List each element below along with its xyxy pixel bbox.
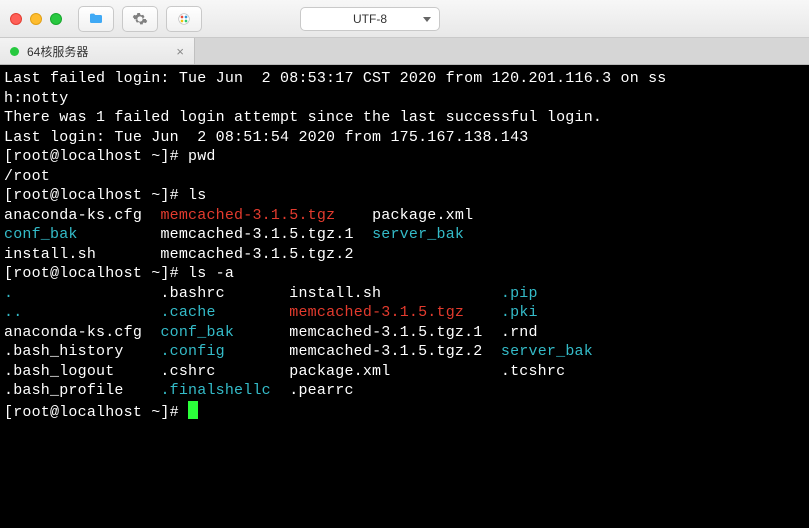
terminal-text: .bashrc install.sh	[13, 285, 501, 302]
terminal-line: conf_bak memcached-3.1.5.tgz.1 server_ba…	[4, 225, 805, 245]
terminal-text	[464, 304, 501, 321]
terminal-line: .bash_profile .finalshellc .pearrc	[4, 381, 805, 401]
terminal-text: memcached-3.1.5.tgz	[289, 304, 464, 321]
terminal-line: anaconda-ks.cfg memcached-3.1.5.tgz pack…	[4, 206, 805, 226]
terminal-text: anaconda-ks.cfg	[4, 324, 160, 341]
terminal-text: memcached-3.1.5.tgz.1	[78, 226, 372, 243]
terminal-text: ..	[4, 304, 22, 321]
terminal-text: [root@localhost ~]# pwd	[4, 148, 216, 165]
terminal-line: h:notty	[4, 89, 805, 109]
terminal-text: [root@localhost ~]# ls	[4, 187, 206, 204]
terminal-tab[interactable]: 64核服务器 ×	[0, 38, 195, 64]
cursor	[188, 401, 198, 419]
folder-button[interactable]	[78, 6, 114, 32]
terminal-line: [root@localhost ~]#	[4, 401, 805, 423]
terminal-text: .bash_history	[4, 343, 160, 360]
tab-title: 64核服务器	[27, 43, 88, 60]
encoding-value: UTF-8	[353, 12, 387, 26]
terminal-line: anaconda-ks.cfg conf_bak memcached-3.1.5…	[4, 323, 805, 343]
terminal-text: conf_bak	[4, 226, 78, 243]
terminal-line: /root	[4, 167, 805, 187]
terminal-text	[22, 304, 160, 321]
terminal-line: [root@localhost ~]# pwd	[4, 147, 805, 167]
tab-bar: 64核服务器 ×	[0, 38, 809, 65]
terminal-text: There was 1 failed login attempt since t…	[4, 109, 602, 126]
terminal-text: Last failed login: Tue Jun 2 08:53:17 CS…	[4, 70, 667, 87]
terminal-text: .finalshellc	[160, 382, 270, 399]
terminal-text: server_bak	[501, 343, 593, 360]
terminal-text	[216, 304, 290, 321]
palette-icon	[176, 11, 192, 27]
terminal-line: .. .cache memcached-3.1.5.tgz .pki	[4, 303, 805, 323]
terminal-output[interactable]: Last failed login: Tue Jun 2 08:53:17 CS…	[0, 65, 809, 528]
terminal-line: [root@localhost ~]# ls -a	[4, 264, 805, 284]
terminal-text: .config	[160, 343, 224, 360]
terminal-text: memcached-3.1.5.tgz.2	[225, 343, 501, 360]
window-titlebar: UTF-8	[0, 0, 809, 38]
close-window-button[interactable]	[10, 13, 22, 25]
terminal-text: [root@localhost ~]#	[4, 404, 188, 421]
terminal-text: .cache	[160, 304, 215, 321]
zoom-window-button[interactable]	[50, 13, 62, 25]
terminal-line: .bash_logout .cshrc package.xml .tcshrc	[4, 362, 805, 382]
gear-icon	[132, 11, 148, 27]
close-tab-button[interactable]: ×	[176, 44, 184, 59]
terminal-text: h:notty	[4, 90, 68, 107]
encoding-select[interactable]: UTF-8	[300, 7, 440, 31]
terminal-text: .pearrc	[271, 382, 354, 399]
terminal-text: anaconda-ks.cfg	[4, 207, 160, 224]
terminal-line: [root@localhost ~]# ls	[4, 186, 805, 206]
terminal-line: There was 1 failed login attempt since t…	[4, 108, 805, 128]
terminal-text: server_bak	[372, 226, 464, 243]
terminal-text: conf_bak	[160, 324, 234, 341]
terminal-text: .pip	[501, 285, 538, 302]
terminal-text: /root	[4, 168, 50, 185]
terminal-line: install.sh memcached-3.1.5.tgz.2	[4, 245, 805, 265]
terminal-text: .bash_logout .cshrc package.xml .tcshrc	[4, 363, 565, 380]
terminal-line: Last login: Tue Jun 2 08:51:54 2020 from…	[4, 128, 805, 148]
folder-icon	[88, 11, 104, 27]
minimize-window-button[interactable]	[30, 13, 42, 25]
terminal-text: .bash_profile	[4, 382, 160, 399]
terminal-text: [root@localhost ~]# ls -a	[4, 265, 234, 282]
terminal-text: package.xml	[335, 207, 473, 224]
terminal-line: .bash_history .config memcached-3.1.5.tg…	[4, 342, 805, 362]
terminal-line: . .bashrc install.sh .pip	[4, 284, 805, 304]
terminal-text: Last login: Tue Jun 2 08:51:54 2020 from…	[4, 129, 528, 146]
terminal-text: .	[4, 285, 13, 302]
palette-button[interactable]	[166, 6, 202, 32]
terminal-text: memcached-3.1.5.tgz	[160, 207, 335, 224]
terminal-line: Last failed login: Tue Jun 2 08:53:17 CS…	[4, 69, 805, 89]
window-controls	[10, 13, 62, 25]
terminal-text: memcached-3.1.5.tgz.1 .rnd	[234, 324, 538, 341]
connection-status-icon	[10, 47, 19, 56]
terminal-text: install.sh memcached-3.1.5.tgz.2	[4, 246, 354, 263]
settings-button[interactable]	[122, 6, 158, 32]
terminal-text: .pki	[501, 304, 538, 321]
